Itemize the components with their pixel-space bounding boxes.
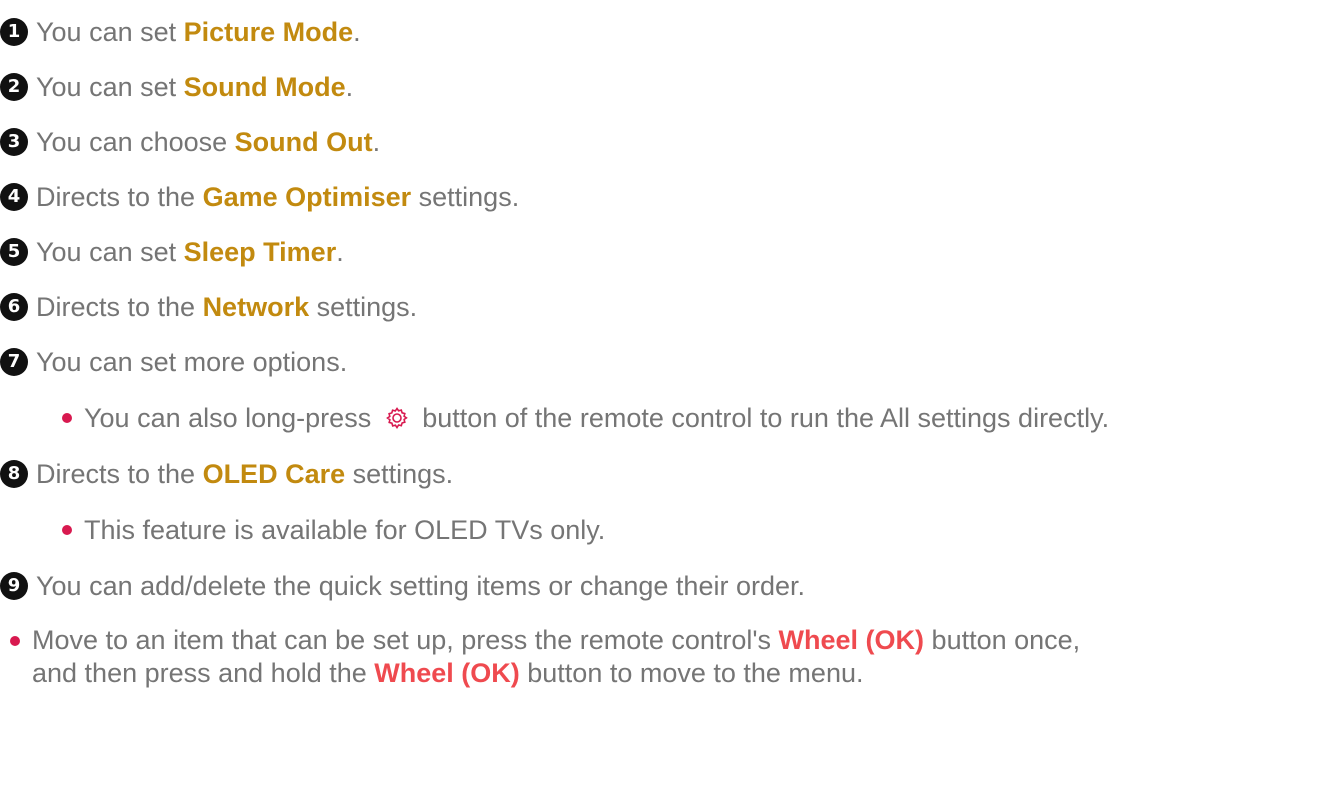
number-badge: 9 xyxy=(0,572,28,600)
setting-term: OLED Care xyxy=(202,459,346,489)
wheel-ok-term: Wheel (OK) xyxy=(778,625,925,655)
item-text: Directs to the xyxy=(36,292,203,322)
item-text: . xyxy=(353,17,361,47)
note-text: and then press and hold the xyxy=(32,658,375,688)
list-item: 8 Directs to the OLED Care settings. xyxy=(0,458,453,490)
item-text: Directs to the xyxy=(36,459,203,489)
note-text: button of the remote control to run the … xyxy=(414,403,1110,433)
item-text: settings. xyxy=(309,292,418,322)
number-badge: 4 xyxy=(0,183,28,211)
setting-term: Sleep Timer xyxy=(183,237,337,267)
final-note: Move to an item that can be set up, pres… xyxy=(10,624,1080,690)
list-item: 5 You can set Sleep Timer . xyxy=(0,236,344,268)
wheel-ok-term: Wheel (OK) xyxy=(374,658,520,688)
final-note-line-2: and then press and hold the Wheel (OK) b… xyxy=(10,657,1080,690)
list-item: 4 Directs to the Game Optimiser settings… xyxy=(0,181,519,213)
item-text: You can add/delete the quick setting ite… xyxy=(36,571,805,601)
list-item: 3 You can choose Sound Out . xyxy=(0,126,380,158)
setting-term: Network xyxy=(202,292,310,322)
item-text: . xyxy=(336,237,344,267)
number-badge: 7 xyxy=(0,348,28,376)
final-note-line-1: Move to an item that can be set up, pres… xyxy=(10,624,1080,657)
number-badge: 2 xyxy=(0,73,28,101)
item-text: settings. xyxy=(345,459,454,489)
list-item: 6 Directs to the Network settings. xyxy=(0,291,417,323)
list-item: 7 You can set more options. xyxy=(0,346,347,378)
list-item: 2 You can set Sound Mode . xyxy=(0,71,353,103)
bullet-dot xyxy=(62,413,72,423)
note-text: You can also long-press xyxy=(84,403,379,433)
item-text: You can set xyxy=(36,237,184,267)
number-badge: 1 xyxy=(0,18,28,46)
item-text: . xyxy=(345,72,354,102)
list-item: 1 You can set Picture Mode . xyxy=(0,16,361,48)
item-text: You can set xyxy=(36,72,184,102)
item-text: . xyxy=(372,127,381,157)
setting-term: Sound Out xyxy=(234,127,373,157)
item-text: You can set xyxy=(36,17,184,47)
gear-icon xyxy=(385,406,409,430)
number-badge: 3 xyxy=(0,128,28,156)
setting-term: Game Optimiser xyxy=(202,182,412,212)
sub-list-item: You can also long-press button of the re… xyxy=(62,402,1109,434)
bullet-dot xyxy=(62,525,72,535)
sub-list-item: This feature is available for OLED TVs o… xyxy=(62,514,605,546)
list-item: 9 You can add/delete the quick setting i… xyxy=(0,570,805,602)
item-text: settings. xyxy=(411,182,520,212)
number-badge: 8 xyxy=(0,460,28,488)
note-text: button to move to the menu. xyxy=(519,658,864,688)
number-badge: 6 xyxy=(0,293,28,321)
item-text: You can set more options. xyxy=(36,347,348,377)
note-text: Move to an item that can be set up, pres… xyxy=(32,625,779,655)
note-text: button once, xyxy=(924,625,1081,655)
setting-term: Picture Mode xyxy=(183,17,354,47)
item-text: You can choose xyxy=(36,127,235,157)
note-text: This feature is available for OLED TVs o… xyxy=(84,515,606,545)
setting-term: Sound Mode xyxy=(183,72,346,102)
bullet-dot xyxy=(10,636,20,646)
item-text: Directs to the xyxy=(36,182,203,212)
number-badge: 5 xyxy=(0,238,28,266)
